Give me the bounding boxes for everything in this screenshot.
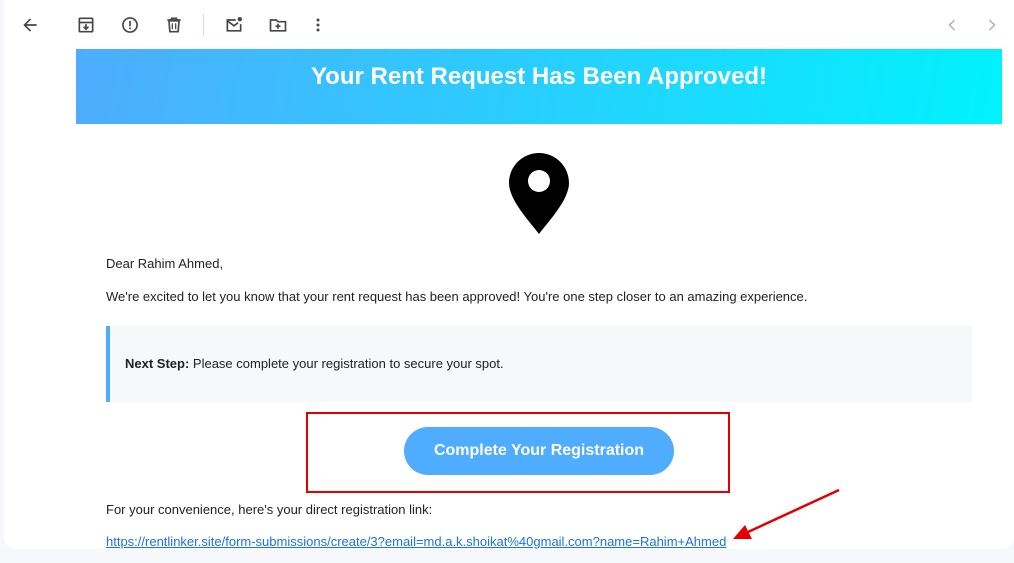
delete-icon	[167, 17, 181, 33]
archive-button[interactable]	[66, 5, 106, 45]
convenience-text: For your convenience, here's your direct…	[106, 502, 433, 517]
header-banner: Your Rent Request Has Been Approved!	[76, 49, 1002, 124]
back-arrow-icon	[23, 18, 37, 32]
registration-link[interactable]: https://rentlinker.site/form-submissions…	[106, 534, 726, 549]
move-to-button[interactable]	[258, 5, 298, 45]
delete-button[interactable]	[154, 5, 194, 45]
next-step-text: Next Step: Please complete your registra…	[125, 356, 504, 371]
back-button[interactable]	[10, 5, 50, 45]
report-spam-icon	[122, 17, 138, 33]
email-window: Your Rent Request Has Been Approved! Dea…	[4, 0, 1014, 549]
next-step-body: Please complete your registration to sec…	[189, 356, 504, 371]
greeting-text: Dear Rahim Ahmed,	[106, 256, 224, 271]
more-options-icon	[316, 18, 320, 32]
next-step-label: Next Step:	[125, 356, 190, 371]
toolbar-divider	[203, 14, 204, 36]
annotation-highlight-box	[306, 412, 730, 493]
next-step-callout: Next Step: Please complete your registra…	[106, 326, 972, 402]
annotation-arrow-icon	[733, 488, 840, 539]
banner-title: Your Rent Request Has Been Approved!	[310, 63, 768, 90]
more-options-button[interactable]	[298, 5, 338, 45]
newer-button[interactable]	[972, 5, 1012, 45]
move-to-icon	[269, 19, 287, 32]
report-spam-button[interactable]	[110, 5, 150, 45]
intro-text: We're excited to let you know that your …	[106, 289, 808, 304]
email-toolbar	[4, 0, 1014, 49]
newer-chevron-icon	[988, 19, 996, 31]
mark-unread-icon	[226, 17, 242, 32]
mark-unread-button[interactable]	[214, 5, 254, 45]
archive-icon	[78, 17, 94, 33]
older-button[interactable]	[932, 5, 972, 45]
older-chevron-icon	[948, 19, 956, 31]
location-pin-icon	[509, 153, 569, 234]
